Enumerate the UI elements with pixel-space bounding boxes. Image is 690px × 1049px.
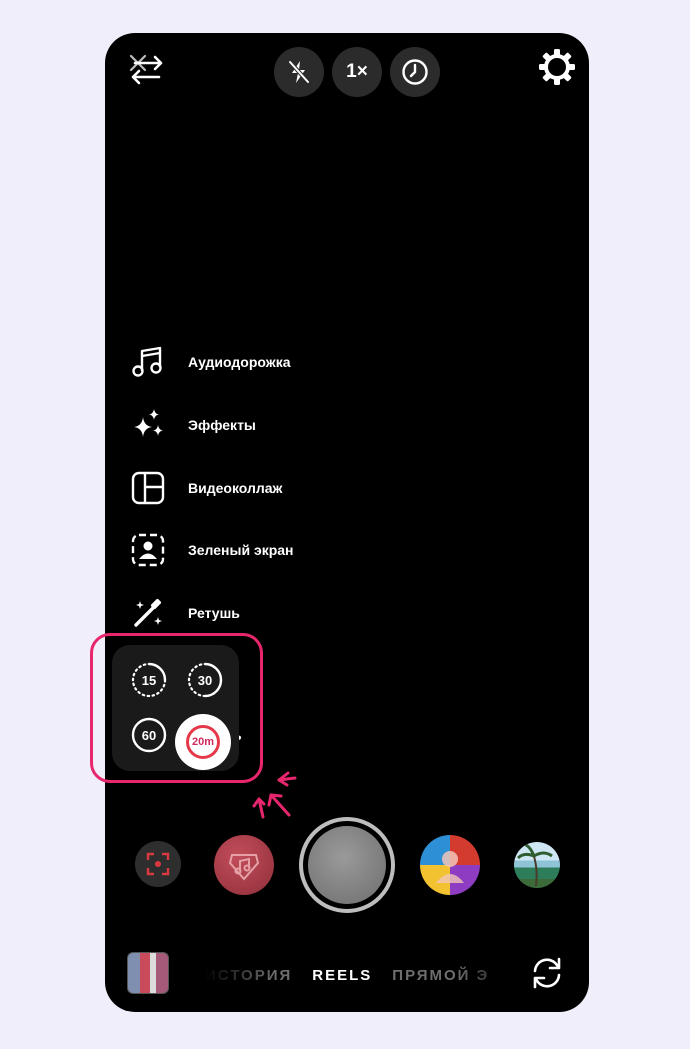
menu-label-effects: Эффекты: [188, 417, 256, 433]
flash-off-icon: [288, 60, 310, 84]
menu-label-collage: Видеоколлаж: [188, 480, 283, 496]
highlight-frame: [90, 633, 263, 783]
shutter-inner: [308, 826, 386, 904]
camera-screen: 1× Аудиодорожка Эффекты Видеоколлаж Зеле…: [105, 33, 589, 1012]
menu-item-retouch[interactable]: Ретушь: [130, 593, 240, 633]
layout-icon: [131, 471, 165, 505]
timer-button[interactable]: [390, 47, 440, 97]
flash-off-button[interactable]: [274, 47, 324, 97]
gallery-thumbnail[interactable]: [127, 952, 169, 994]
scan-button[interactable]: [135, 841, 181, 887]
menu-item-green-screen[interactable]: Зеленый экран: [130, 530, 294, 570]
zoom-label: 1×: [346, 61, 368, 82]
flip-camera-icon: [533, 957, 561, 989]
mode-story[interactable]: ИСТОРИЯ: [205, 967, 292, 984]
zoom-button[interactable]: 1×: [332, 47, 382, 97]
close-switch-icon[interactable]: [125, 51, 165, 87]
music-shield-icon: [228, 854, 260, 881]
audio-effect-button[interactable]: [214, 835, 274, 895]
menu-label-green-screen: Зеленый экран: [188, 542, 294, 558]
annotation-arrows-icon: [252, 771, 297, 819]
music-note-icon: [132, 346, 162, 377]
mode-live[interactable]: ПРЯМОЙ Э: [392, 967, 489, 984]
menu-item-audio[interactable]: Аудиодорожка: [130, 342, 290, 382]
landscape-filter-button[interactable]: [514, 842, 560, 888]
palm-tree-icon: [516, 842, 553, 887]
mode-reels[interactable]: REELS: [312, 967, 372, 984]
settings-button[interactable]: [537, 47, 577, 87]
color-filter-button[interactable]: [420, 835, 480, 895]
menu-item-collage[interactable]: Видеоколлаж: [130, 468, 282, 508]
face-filter-icon: [436, 851, 464, 883]
flip-camera-button[interactable]: [528, 954, 566, 992]
sparkles-icon: [134, 409, 163, 437]
mode-selector: ИСТОРИЯ REELS ПРЯМОЙ Э: [205, 963, 525, 987]
shutter-button[interactable]: [299, 817, 395, 913]
gear-icon: [539, 49, 575, 85]
menu-item-effects[interactable]: Эффекты: [130, 405, 256, 445]
clock-icon: [402, 59, 428, 85]
menu-label-retouch: Ретушь: [188, 605, 240, 621]
scan-icon: [146, 852, 170, 876]
menu-label-audio: Аудиодорожка: [188, 354, 291, 370]
magic-wand-icon: [134, 598, 162, 627]
green-screen-icon: [131, 533, 165, 567]
